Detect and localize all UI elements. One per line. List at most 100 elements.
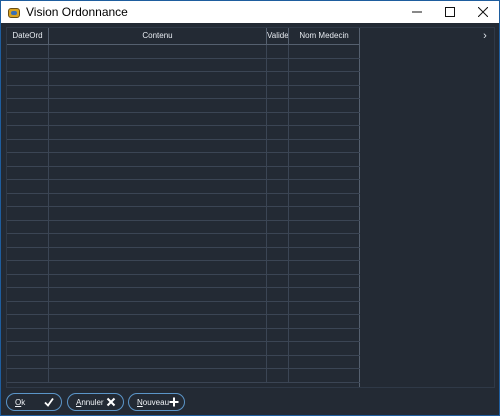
table-cell[interactable] xyxy=(7,180,49,193)
table-cell[interactable] xyxy=(289,275,359,288)
table-cell[interactable] xyxy=(7,139,49,152)
table-cell[interactable] xyxy=(267,112,289,125)
table-row[interactable] xyxy=(7,220,360,234)
table-cell[interactable] xyxy=(267,315,289,328)
table-cell[interactable] xyxy=(267,369,289,382)
table-cell[interactable] xyxy=(49,261,267,274)
table-cell[interactable] xyxy=(7,301,49,314)
column-header-contenu[interactable]: Contenu xyxy=(49,28,267,44)
table-cell[interactable] xyxy=(49,153,267,166)
column-header-nom-medecin[interactable]: Nom Medecin xyxy=(289,28,359,44)
table-cell[interactable] xyxy=(289,180,359,193)
table-cell[interactable] xyxy=(267,288,289,301)
table-row[interactable] xyxy=(7,85,360,99)
table-cell[interactable] xyxy=(7,355,49,368)
table-cell[interactable] xyxy=(7,112,49,125)
table-cell[interactable] xyxy=(289,86,359,99)
title-bar[interactable]: Vision Ordonnance xyxy=(1,1,499,23)
table-cell[interactable] xyxy=(49,45,267,58)
table-cell[interactable] xyxy=(49,288,267,301)
table-cell[interactable] xyxy=(289,369,359,382)
table-cell[interactable] xyxy=(289,315,359,328)
table-cell[interactable] xyxy=(49,207,267,220)
table-cell[interactable] xyxy=(267,301,289,314)
table-cell[interactable] xyxy=(7,220,49,233)
table-row[interactable] xyxy=(7,193,360,207)
table-cell[interactable] xyxy=(7,288,49,301)
table-cell[interactable] xyxy=(289,248,359,261)
table-row[interactable] xyxy=(7,328,360,342)
table-cell[interactable] xyxy=(289,261,359,274)
table-cell[interactable] xyxy=(289,329,359,342)
prescriptions-grid[interactable]: DateOrd Contenu Valide Nom Medecin › xyxy=(6,27,495,388)
ok-button[interactable]: Ok xyxy=(6,393,62,411)
table-row[interactable] xyxy=(7,301,360,315)
table-row[interactable] xyxy=(7,112,360,126)
table-cell[interactable] xyxy=(267,355,289,368)
table-cell[interactable] xyxy=(289,153,359,166)
table-cell[interactable] xyxy=(49,72,267,85)
table-cell[interactable] xyxy=(7,234,49,247)
table-cell[interactable] xyxy=(49,180,267,193)
table-cell[interactable] xyxy=(289,221,359,234)
table-cell[interactable] xyxy=(49,355,267,368)
table-cell[interactable] xyxy=(7,207,49,220)
table-cell[interactable] xyxy=(267,193,289,206)
table-cell[interactable] xyxy=(49,234,267,247)
table-cell[interactable] xyxy=(49,342,267,355)
table-row[interactable] xyxy=(7,288,360,302)
table-cell[interactable] xyxy=(267,342,289,355)
table-cell[interactable] xyxy=(289,59,359,72)
table-cell[interactable] xyxy=(289,207,359,220)
table-cell[interactable] xyxy=(289,167,359,180)
table-cell[interactable] xyxy=(49,328,267,341)
table-cell[interactable] xyxy=(7,342,49,355)
table-row[interactable] xyxy=(7,153,360,167)
table-cell[interactable] xyxy=(49,301,267,314)
table-cell[interactable] xyxy=(7,315,49,328)
table-cell[interactable] xyxy=(49,274,267,287)
table-cell[interactable] xyxy=(267,85,289,98)
close-button[interactable] xyxy=(466,1,499,23)
table-row[interactable] xyxy=(7,99,360,113)
table-cell[interactable] xyxy=(267,126,289,139)
table-cell[interactable] xyxy=(267,328,289,341)
table-cell[interactable] xyxy=(49,193,267,206)
nouveau-button[interactable]: Nouveau xyxy=(128,393,185,411)
table-cell[interactable] xyxy=(289,126,359,139)
table-cell[interactable] xyxy=(7,85,49,98)
table-cell[interactable] xyxy=(289,356,359,369)
table-cell[interactable] xyxy=(267,207,289,220)
table-row[interactable] xyxy=(7,355,360,369)
table-cell[interactable] xyxy=(7,153,49,166)
table-cell[interactable] xyxy=(49,220,267,233)
table-cell[interactable] xyxy=(289,113,359,126)
table-cell[interactable] xyxy=(289,99,359,112)
table-cell[interactable] xyxy=(49,112,267,125)
table-cell[interactable] xyxy=(49,126,267,139)
table-cell[interactable] xyxy=(267,234,289,247)
table-cell[interactable] xyxy=(289,234,359,247)
table-cell[interactable] xyxy=(49,369,267,382)
table-cell[interactable] xyxy=(7,193,49,206)
table-cell[interactable] xyxy=(267,261,289,274)
table-cell[interactable] xyxy=(7,126,49,139)
annuler-button[interactable]: Annuler xyxy=(67,393,124,411)
table-cell[interactable] xyxy=(267,45,289,58)
table-cell[interactable] xyxy=(267,166,289,179)
table-cell[interactable] xyxy=(49,99,267,112)
table-cell[interactable] xyxy=(267,274,289,287)
table-cell[interactable] xyxy=(7,45,49,58)
table-cell[interactable] xyxy=(289,72,359,85)
table-cell[interactable] xyxy=(49,166,267,179)
table-cell[interactable] xyxy=(7,247,49,260)
table-cell[interactable] xyxy=(289,342,359,355)
table-cell[interactable] xyxy=(267,220,289,233)
table-cell[interactable] xyxy=(289,288,359,301)
table-row[interactable] xyxy=(7,139,360,153)
table-row[interactable] xyxy=(7,342,360,356)
table-cell[interactable] xyxy=(49,315,267,328)
table-cell[interactable] xyxy=(289,302,359,315)
table-cell[interactable] xyxy=(7,274,49,287)
table-cell[interactable] xyxy=(7,99,49,112)
